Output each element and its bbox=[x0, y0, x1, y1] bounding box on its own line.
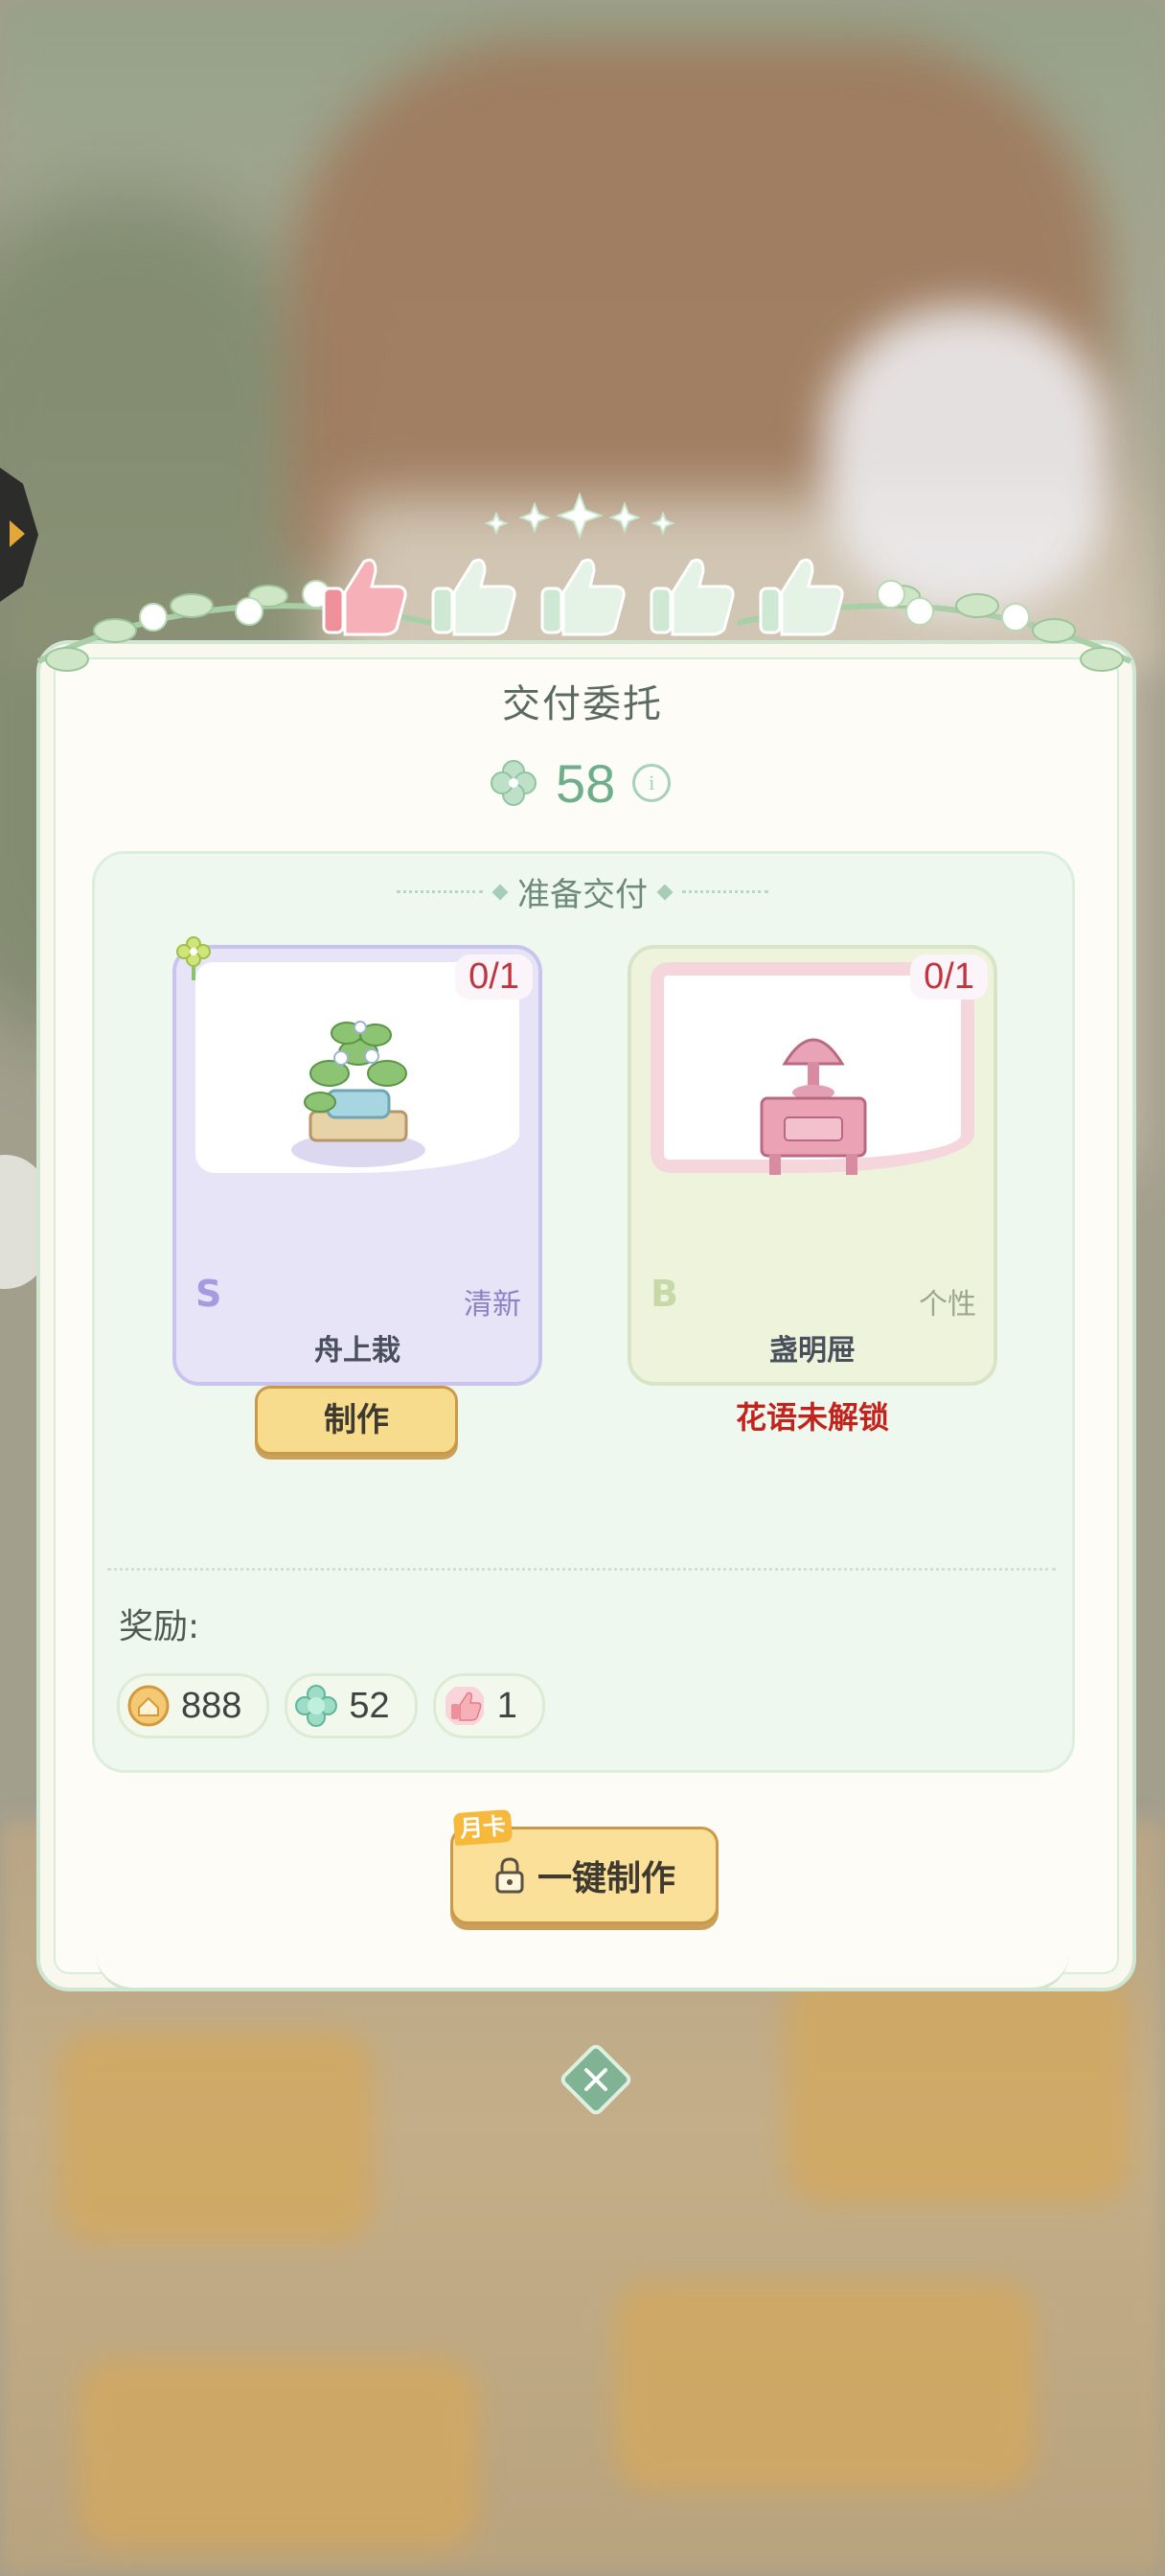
expand-arrow-icon bbox=[10, 520, 25, 547]
thumbs-up-icon bbox=[540, 558, 626, 636]
locked-status-text: 花语未解锁 bbox=[735, 1399, 889, 1436]
rewards-row: 888 52 1 bbox=[117, 1673, 545, 1738]
one-key-craft-label: 一键制作 bbox=[537, 1859, 675, 1898]
panel-title: 交付委托 bbox=[502, 682, 663, 726]
flower-tag-icon bbox=[176, 936, 211, 980]
rank-badge: S bbox=[195, 1273, 222, 1315]
like-rating-row bbox=[316, 550, 853, 642]
item-name: 舟上栽 bbox=[314, 1334, 400, 1368]
info-icon[interactable]: i bbox=[632, 764, 672, 802]
style-tag: 个性 bbox=[919, 1288, 976, 1322]
reward-chip-like: 1 bbox=[432, 1673, 545, 1738]
score-row: 58 i bbox=[489, 749, 672, 816]
thumbs-up-icon bbox=[445, 1687, 484, 1725]
item-card-zhanmingti[interactable]: 0/1 B 个性 盏明屉 bbox=[628, 945, 997, 1386]
potted-plant-image bbox=[291, 1021, 425, 1167]
close-icon[interactable] bbox=[558, 2041, 634, 2118]
craft-button[interactable]: 制作 bbox=[255, 1386, 458, 1455]
lamp-cabinet-image bbox=[760, 1038, 867, 1175]
thumbs-up-icon bbox=[322, 558, 407, 636]
reward-value: 1 bbox=[496, 1685, 517, 1726]
monthly-card-tag: 月卡 bbox=[452, 1808, 514, 1847]
reward-value: 888 bbox=[181, 1685, 242, 1726]
deliver-section-header: 准备交付 bbox=[0, 868, 1165, 915]
panel-bottom-edge bbox=[96, 1945, 1069, 1991]
style-tag: 清新 bbox=[464, 1288, 521, 1322]
thumbs-up-icon bbox=[650, 558, 735, 636]
rank-badge: B bbox=[651, 1273, 678, 1315]
item-count-badge: 0/1 bbox=[910, 954, 988, 1000]
lock-icon bbox=[495, 1857, 524, 1894]
thumbs-up-icon bbox=[431, 558, 516, 636]
sparkle-decoration bbox=[484, 493, 675, 540]
thumbs-up-icon bbox=[759, 558, 844, 636]
reward-chip-exp: 52 bbox=[285, 1673, 418, 1738]
divider bbox=[107, 1568, 1056, 1571]
exp-icon bbox=[295, 1685, 338, 1727]
item-count-badge: 0/1 bbox=[455, 954, 533, 1000]
rewards-label: 奖励: bbox=[119, 1607, 200, 1646]
reward-chip-coin: 888 bbox=[117, 1673, 270, 1738]
score-value: 58 bbox=[556, 752, 616, 814]
coin-icon bbox=[127, 1685, 170, 1727]
reward-value: 52 bbox=[349, 1685, 390, 1726]
item-card-zhoushangzai[interactable]: 0/1 S 清新 舟上栽 bbox=[172, 945, 542, 1386]
deliver-section-title: 准备交付 bbox=[517, 876, 648, 914]
clover-icon bbox=[491, 760, 537, 806]
item-name: 盏明屉 bbox=[769, 1334, 856, 1368]
